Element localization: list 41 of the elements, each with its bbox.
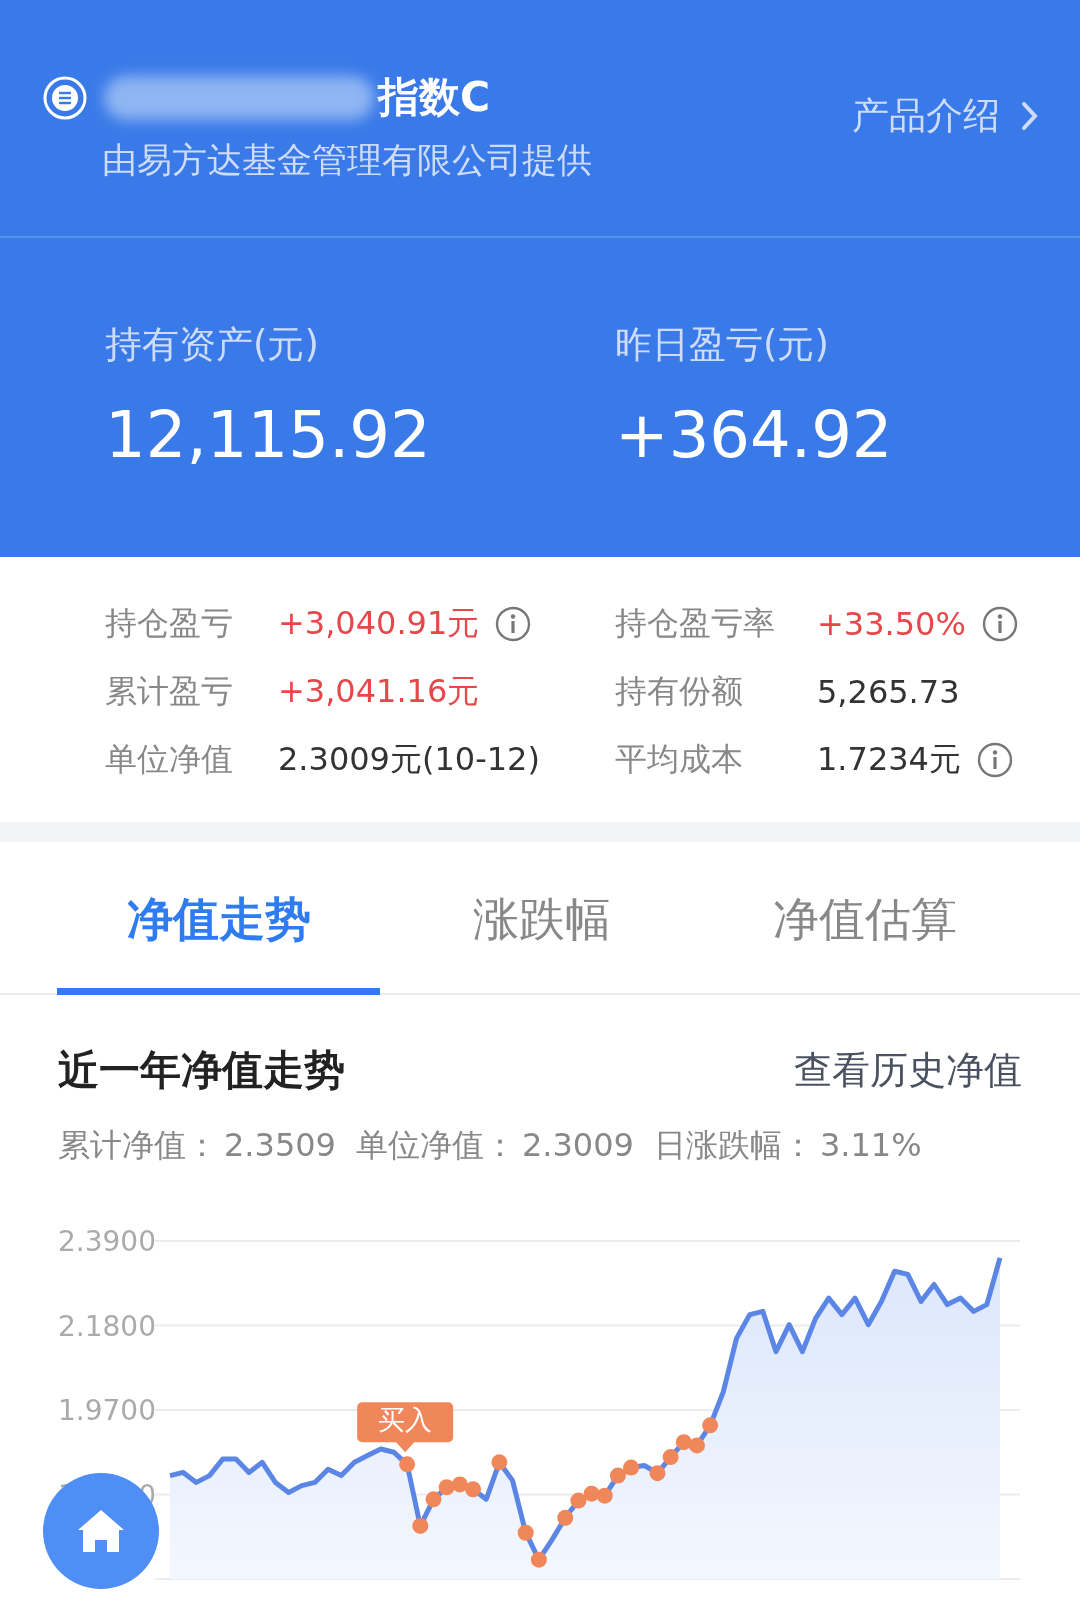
metric-label: 日涨跌幅：	[653, 1126, 814, 1164]
y-axis-label: 1.9700	[58, 1394, 156, 1427]
stat-label: 持仓盈亏	[105, 603, 234, 644]
stat-label: 平均成本	[615, 739, 744, 780]
product-intro-link[interactable]: 产品介绍	[852, 92, 1040, 140]
tab[interactable]: 涨跌幅	[380, 842, 703, 995]
fund-logo-icon	[42, 74, 88, 121]
stat-value: +3,040.91元	[278, 603, 480, 644]
home-icon	[76, 1508, 126, 1554]
info-icon[interactable]	[495, 606, 532, 642]
chevron-right-icon	[1020, 100, 1040, 132]
stat-label: 单位净值	[105, 739, 234, 780]
summary-label: 持有资产(元)	[105, 322, 320, 368]
metric-value: 2.3009	[521, 1126, 634, 1164]
annotation: 买入	[378, 1404, 433, 1436]
info-icon[interactable]	[981, 606, 1018, 642]
tab[interactable]: 净值走势	[57, 842, 380, 995]
stat-value: 2.3009元(10-12)	[278, 739, 540, 780]
provider-text: 由易方达基金管理有限公司提供	[102, 139, 592, 182]
stat-value: +33.50%	[817, 605, 966, 643]
stat-label: 持仓盈亏率	[615, 603, 776, 644]
metric-label: 单位净值：	[355, 1126, 516, 1164]
info-icon[interactable]	[976, 742, 1013, 778]
summary-value: +364.92	[615, 398, 894, 472]
y-axis-label: 2.3900	[58, 1225, 156, 1258]
tab[interactable]: 净值估算	[703, 842, 1026, 995]
stat-value: 1.7234元	[817, 739, 961, 780]
summary-value: 12,115.92	[105, 398, 432, 472]
stat-label: 持有份额	[615, 671, 744, 712]
stat-label: 累计盈亏	[105, 671, 234, 712]
metric-label: 累计净值：	[58, 1126, 218, 1164]
fund-title: 指数C	[378, 72, 491, 123]
metric-value: 3.11%	[819, 1126, 922, 1164]
history-link[interactable]: 查看历史净值	[794, 1045, 1022, 1096]
stat-value: +3,041.16元	[278, 671, 480, 712]
summary-label: 昨日盈亏(元)	[615, 322, 830, 368]
stat-value: 5,265.73	[817, 673, 960, 711]
section-title: 近一年净值走势	[58, 1045, 345, 1096]
y-axis-label: 2.1800	[58, 1309, 156, 1343]
metric-value: 2.3509	[224, 1126, 336, 1164]
buy-tag: 买入	[357, 1402, 454, 1453]
